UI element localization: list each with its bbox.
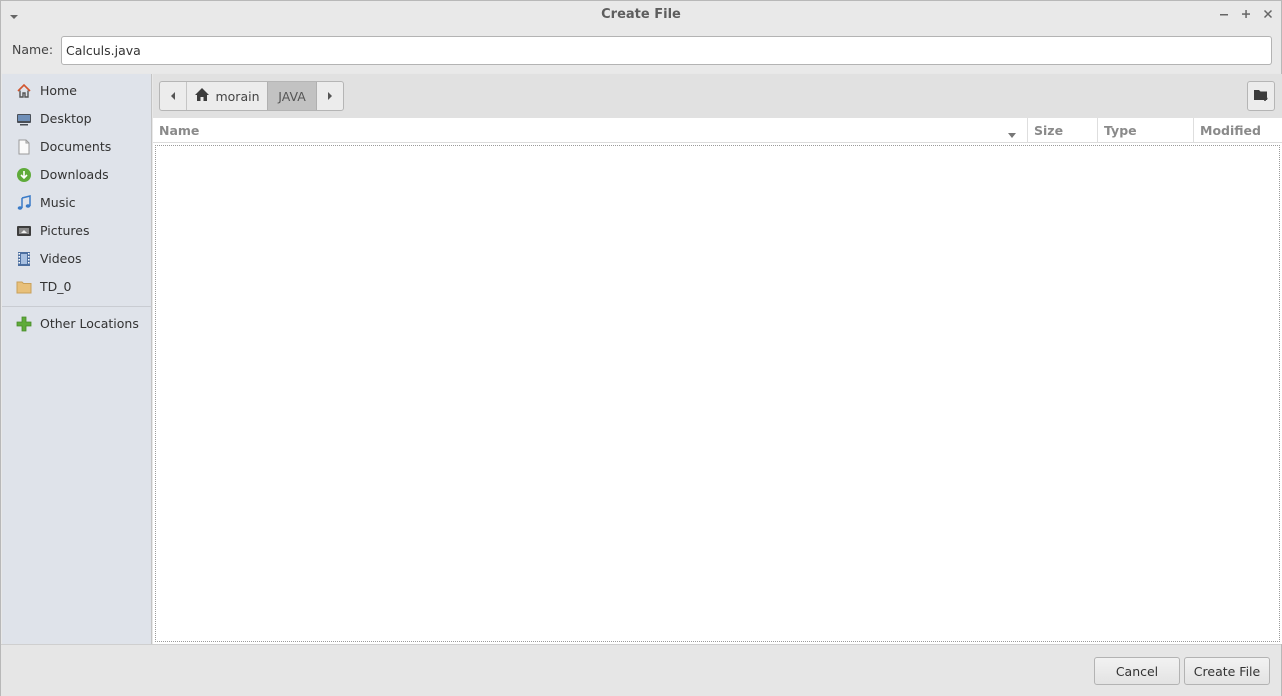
window-controls [1217,6,1275,22]
cancel-button[interactable]: Cancel [1094,657,1180,685]
plus-icon [16,316,32,332]
sidebar-item-label: TD_0 [40,279,72,294]
sidebar-item-home[interactable]: Home [2,77,152,105]
file-list: Name Size Type Modified [153,118,1282,644]
sidebar-item-other-locations[interactable]: Other Locations [2,310,152,338]
places-sidebar: Home Desktop Documents Downloads Music P… [2,74,152,644]
sidebar-item-pictures[interactable]: Pictures [2,217,152,245]
breadcrumb-current-label: JAVA [278,88,306,104]
breadcrumb-home-label: morain [215,88,260,104]
breadcrumb-current[interactable]: JAVA [267,82,317,110]
sidebar-separator [2,306,152,307]
column-type[interactable]: Type [1097,118,1193,142]
column-modified[interactable]: Modified [1193,118,1282,142]
home-icon [16,83,32,99]
path-bar: morain JAVA [153,74,1282,118]
sidebar-item-music[interactable]: Music [2,189,152,217]
download-icon [16,167,32,183]
chevron-left-icon [169,89,177,104]
minimize-icon[interactable] [1217,6,1231,22]
sidebar-item-label: Other Locations [40,316,139,331]
maximize-icon[interactable] [1239,6,1253,22]
sidebar-item-label: Music [40,195,76,210]
sidebar-item-label: Home [40,83,77,98]
title-bar[interactable]: Create File [1,1,1281,28]
breadcrumb-home[interactable]: morain [186,82,267,110]
desktop-icon [16,111,32,127]
file-list-body[interactable] [155,145,1280,642]
column-size-label: Size [1034,122,1064,138]
name-row: Name: [1,28,1281,73]
sidebar-item-label: Pictures [40,223,90,238]
create-file-button[interactable]: Create File [1184,657,1270,685]
sidebar-item-videos[interactable]: Videos [2,245,152,273]
sort-descending-icon [1007,127,1017,142]
sidebar-item-label: Documents [40,139,112,154]
column-header: Name Size Type Modified [153,118,1282,143]
sidebar-item-label: Videos [40,251,82,266]
path-forward-button[interactable] [317,82,343,110]
file-name-input[interactable] [61,36,1272,65]
path-back-button[interactable] [160,82,186,110]
column-type-label: Type [1104,122,1137,138]
column-name-label: Name [159,122,200,138]
name-label: Name: [12,42,54,57]
new-folder-icon [1253,88,1269,105]
column-modified-label: Modified [1200,122,1261,138]
sidebar-item-label: Desktop [40,111,92,126]
home-icon [194,87,210,105]
sidebar-item-desktop[interactable]: Desktop [2,105,152,133]
dialog-actions: Cancel Create File [1,644,1281,696]
window-title: Create File [601,7,681,22]
sidebar-item-td0[interactable]: TD_0 [2,273,152,301]
document-icon [16,139,32,155]
close-icon[interactable] [1261,6,1275,22]
sidebar-item-documents[interactable]: Documents [2,133,152,161]
video-icon [16,251,32,267]
sidebar-item-downloads[interactable]: Downloads [2,161,152,189]
music-icon [16,195,32,211]
new-folder-button[interactable] [1247,81,1275,111]
column-size[interactable]: Size [1027,118,1097,142]
column-name[interactable]: Name [153,118,1027,142]
breadcrumb: morain JAVA [159,81,344,111]
create-file-dialog: Create File Name: Home [0,0,1282,696]
sidebar-item-label: Downloads [40,167,109,182]
window-menu-icon[interactable] [9,9,19,24]
pictures-icon [16,223,32,239]
chevron-right-icon [326,89,334,104]
folder-icon [16,279,32,295]
